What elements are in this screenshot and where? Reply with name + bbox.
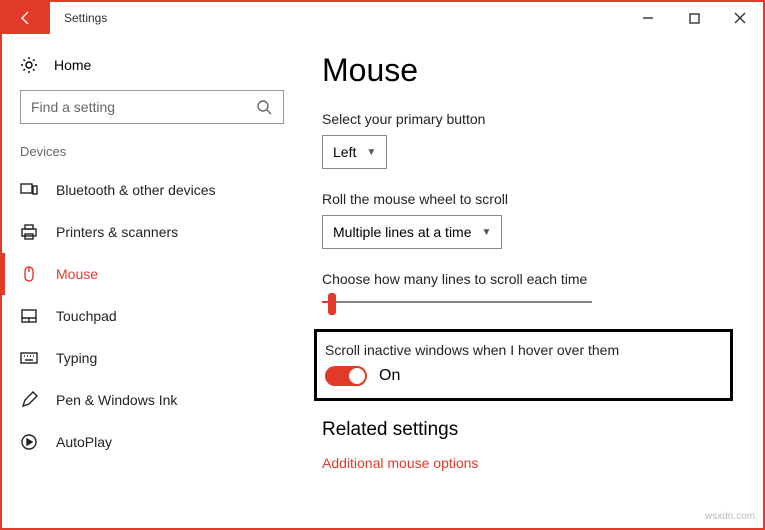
lines-scroll-slider[interactable]	[322, 301, 592, 303]
home-label: Home	[54, 57, 91, 73]
printer-icon	[20, 223, 38, 241]
gear-icon	[20, 56, 38, 74]
sidebar-item-label: Touchpad	[56, 308, 117, 324]
keyboard-icon	[20, 349, 38, 367]
sidebar-item-typing[interactable]: Typing	[2, 337, 302, 379]
hover-scroll-label: Scroll inactive windows when I hover ove…	[325, 342, 716, 358]
sidebar: Home Find a setting Devices Bluetooth & …	[2, 34, 302, 528]
titlebar: Settings	[2, 2, 763, 34]
pen-icon	[20, 391, 38, 409]
watermark: wsxdn.com	[705, 511, 755, 522]
toggle-knob	[349, 368, 365, 384]
sidebar-item-label: AutoPlay	[56, 434, 112, 450]
devices-icon	[20, 181, 38, 199]
maximize-icon	[689, 13, 700, 24]
wheel-scroll-select[interactable]: Multiple lines at a time ▼	[322, 215, 502, 249]
additional-mouse-options-link[interactable]: Additional mouse options	[322, 455, 733, 471]
arrow-left-icon	[18, 10, 34, 26]
back-button[interactable]	[2, 2, 50, 34]
minimize-icon	[642, 12, 654, 24]
wheel-scroll-label: Roll the mouse wheel to scroll	[322, 191, 733, 207]
primary-button-label: Select your primary button	[322, 111, 733, 127]
sidebar-item-home[interactable]: Home	[2, 50, 302, 90]
sidebar-item-mouse[interactable]: Mouse	[2, 253, 302, 295]
page-title: Mouse	[322, 52, 733, 89]
mouse-icon	[20, 265, 38, 283]
touchpad-icon	[20, 307, 38, 325]
main-panel: Mouse Select your primary button Left ▼ …	[302, 34, 763, 528]
chevron-down-icon: ▼	[366, 147, 376, 158]
search-placeholder: Find a setting	[31, 99, 115, 115]
sidebar-item-touchpad[interactable]: Touchpad	[2, 295, 302, 337]
sidebar-item-bluetooth[interactable]: Bluetooth & other devices	[2, 169, 302, 211]
sidebar-item-label: Pen & Windows Ink	[56, 392, 177, 408]
highlight-box: Scroll inactive windows when I hover ove…	[314, 329, 733, 401]
sidebar-item-label: Bluetooth & other devices	[56, 182, 216, 198]
sidebar-item-autoplay[interactable]: AutoPlay	[2, 421, 302, 463]
select-value: Left	[333, 144, 356, 160]
select-value: Multiple lines at a time	[333, 224, 472, 240]
maximize-button[interactable]	[671, 2, 717, 34]
minimize-button[interactable]	[625, 2, 671, 34]
chevron-down-icon: ▼	[482, 227, 492, 238]
related-heading: Related settings	[322, 419, 733, 441]
lines-scroll-label: Choose how many lines to scroll each tim…	[322, 271, 733, 287]
sidebar-item-label: Typing	[56, 350, 97, 366]
category-header: Devices	[2, 144, 302, 169]
primary-button-select[interactable]: Left ▼	[322, 135, 387, 169]
close-icon	[734, 12, 746, 24]
slider-thumb[interactable]	[328, 293, 336, 315]
search-input[interactable]: Find a setting	[20, 90, 284, 124]
sidebar-item-printers[interactable]: Printers & scanners	[2, 211, 302, 253]
sidebar-item-pen[interactable]: Pen & Windows Ink	[2, 379, 302, 421]
search-icon	[255, 98, 273, 116]
sidebar-item-label: Printers & scanners	[56, 224, 178, 240]
autoplay-icon	[20, 433, 38, 451]
sidebar-item-label: Mouse	[56, 266, 98, 282]
window-title: Settings	[50, 2, 625, 34]
hover-scroll-toggle[interactable]	[325, 366, 367, 386]
close-button[interactable]	[717, 2, 763, 34]
toggle-state: On	[379, 367, 400, 385]
